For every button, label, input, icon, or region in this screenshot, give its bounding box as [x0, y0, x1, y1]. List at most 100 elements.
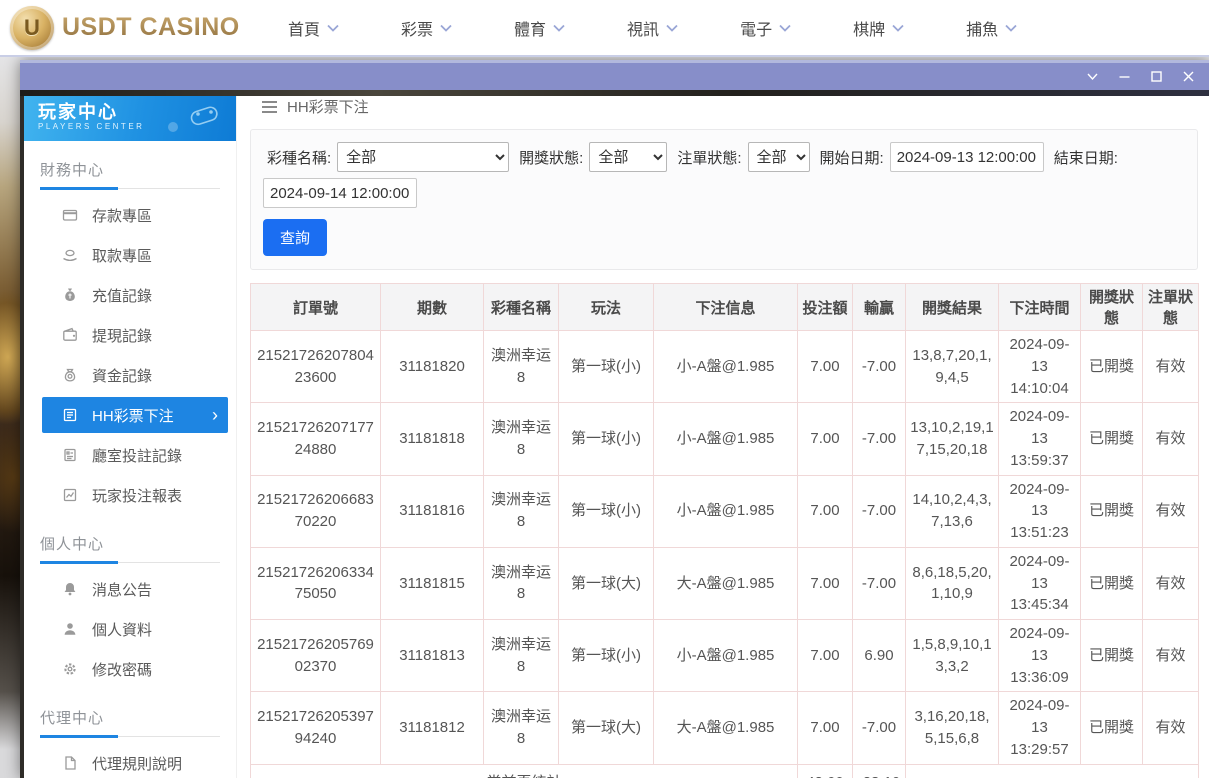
window-close-button[interactable] [1179, 68, 1197, 86]
start-date-input[interactable] [890, 142, 1044, 172]
col-bet-time: 下注時間 [999, 284, 1081, 331]
sidebar-item-profile[interactable]: 個人資料 [24, 609, 236, 649]
sidebar-item-deposit[interactable]: 存款專區 [24, 195, 236, 235]
cell-bet-time: 2024-09-13 13:51:23 [999, 475, 1081, 547]
bank-card-icon [62, 207, 78, 223]
col-lottery-name: 彩種名稱 [484, 284, 559, 331]
window-minimize-button[interactable] [1115, 68, 1133, 86]
lottery-name-select[interactable]: 全部 [337, 142, 509, 172]
clipboard-list-icon [62, 447, 78, 463]
chevron-down-icon [440, 24, 452, 32]
cell-bet-info: 小-A盤@1.985 [654, 403, 798, 475]
cell-order-status: 有效 [1143, 331, 1199, 403]
draw-status-select[interactable]: 全部 [589, 142, 667, 172]
cell-bet-time: 2024-09-13 14:10:04 [999, 331, 1081, 403]
cell-play-type: 第一球(小) [559, 475, 654, 547]
sidebar-item-label: 消息公告 [92, 579, 152, 600]
cell-bet-amount: 7.00 [798, 403, 853, 475]
sidebar-item-withdraw[interactable]: 取款專區 [24, 235, 236, 275]
col-play-type: 玩法 [559, 284, 654, 331]
cell-lottery-name: 澳洲幸运8 [484, 692, 559, 764]
nav-item-cards[interactable]: 棋牌 [853, 16, 904, 40]
table-row: 2152172620576902370 31181813 澳洲幸运8 第一球(小… [251, 620, 1199, 692]
section-divider [40, 188, 220, 189]
sidebar-item-label: 資金記錄 [92, 365, 152, 386]
end-date-input[interactable] [263, 178, 417, 208]
table-header-row: 訂單號 期數 彩種名稱 玩法 下注信息 投注額 輸贏 開獎結果 下注時間 開獎狀… [251, 284, 1199, 331]
sidebar-item-player-bet-report[interactable]: 玩家投注報表 [24, 475, 236, 515]
page-summary-bet-total: 42.00 [798, 764, 853, 778]
wallet-icon [62, 327, 78, 343]
cell-order-id: 2152172620780423600 [251, 331, 381, 403]
sidebar-item-announcements[interactable]: 消息公告 [24, 569, 236, 609]
window-collapse-button[interactable] [1083, 68, 1101, 86]
nav-item-home[interactable]: 首頁 [288, 16, 339, 40]
coin-purse-icon [62, 367, 78, 383]
cell-bet-time: 2024-09-13 13:59:37 [999, 403, 1081, 475]
cell-draw-status: 已開獎 [1081, 475, 1143, 547]
sidebar-item-room-bet-record[interactable]: 廳室投註記錄 [24, 435, 236, 475]
query-button[interactable]: 查詢 [263, 219, 327, 256]
cell-draw-status: 已開獎 [1081, 692, 1143, 764]
nav-label: 視訊 [627, 16, 659, 40]
sidebar-item-label: 存款專區 [92, 205, 152, 226]
chevron-down-icon [779, 24, 791, 32]
nav-item-fishing[interactable]: 捕魚 [966, 16, 1017, 40]
cell-play-type: 第一球(大) [559, 547, 654, 619]
order-status-select[interactable]: 全部 [748, 142, 810, 172]
cell-draw-result: 3,16,20,18,5,15,6,8 [906, 692, 999, 764]
cell-play-type: 第一球(小) [559, 620, 654, 692]
close-icon [1182, 70, 1195, 83]
section-divider [40, 736, 220, 737]
sidebar-item-agent-rules[interactable]: 代理規則說明 [24, 743, 236, 778]
sidebar-item-hh-lottery-bets[interactable]: HH彩票下注 › [42, 397, 228, 433]
site-logo[interactable]: U USDT CASINO [0, 6, 250, 50]
section-label: 財務中心 [40, 159, 220, 180]
page-title: HH彩票下注 [287, 96, 369, 117]
col-bet-info: 下注信息 [654, 284, 798, 331]
sidebar-item-funds-record[interactable]: 資金記錄 [24, 355, 236, 395]
content-header: HH彩票下注 [250, 96, 1198, 117]
nav-item-lottery[interactable]: 彩票 [401, 16, 452, 40]
page-summary-empty [906, 764, 1199, 778]
nav-label: 體育 [514, 16, 546, 40]
hamburger-menu-icon[interactable] [262, 101, 277, 113]
section-label: 個人中心 [40, 533, 220, 554]
nav-item-sports[interactable]: 體育 [514, 16, 565, 40]
cell-period: 31181813 [381, 620, 484, 692]
cell-bet-amount: 7.00 [798, 547, 853, 619]
sidebar-item-label: 修改密碼 [92, 659, 152, 680]
window-maximize-button[interactable] [1147, 68, 1165, 86]
nav-item-live[interactable]: 視訊 [627, 16, 678, 40]
sidebar-item-label: 提現記錄 [92, 325, 152, 346]
chevron-down-icon [892, 24, 904, 32]
cell-period: 31181818 [381, 403, 484, 475]
cell-order-id: 2152172620633475050 [251, 547, 381, 619]
cell-lottery-name: 澳洲幸运8 [484, 547, 559, 619]
cell-bet-time: 2024-09-13 13:29:57 [999, 692, 1081, 764]
sidebar-item-withdrawal-record[interactable]: 提現記錄 [24, 315, 236, 355]
chevron-right-icon: › [212, 406, 218, 424]
sidebar-item-change-password[interactable]: 修改密碼 [24, 649, 236, 689]
cell-order-status: 有效 [1143, 547, 1199, 619]
gamepad-icon [188, 103, 222, 127]
cell-lottery-name: 澳洲幸运8 [484, 620, 559, 692]
cell-order-id: 2152172620539794240 [251, 692, 381, 764]
nav-item-slots[interactable]: 電子 [740, 16, 791, 40]
document-icon [62, 755, 78, 771]
cell-bet-info: 大-A盤@1.985 [654, 547, 798, 619]
cell-bet-time: 2024-09-13 13:45:34 [999, 547, 1081, 619]
table-row: 2152172620633475050 31181815 澳洲幸运8 第一球(大… [251, 547, 1199, 619]
cell-draw-status: 已開獎 [1081, 620, 1143, 692]
cell-bet-info: 小-A盤@1.985 [654, 331, 798, 403]
cell-order-status: 有效 [1143, 403, 1199, 475]
sidebar-item-recharge-record[interactable]: 充值記錄 [24, 275, 236, 315]
cell-winloss: 6.90 [853, 620, 906, 692]
cell-lottery-name: 澳洲幸运8 [484, 331, 559, 403]
maximize-icon [1150, 70, 1163, 83]
nav-label: 首頁 [288, 16, 320, 40]
logo-monogram: U [24, 15, 40, 41]
cell-order-id: 2152172620576902370 [251, 620, 381, 692]
cell-draw-result: 13,10,2,19,17,15,20,18 [906, 403, 999, 475]
cell-winloss: -7.00 [853, 475, 906, 547]
